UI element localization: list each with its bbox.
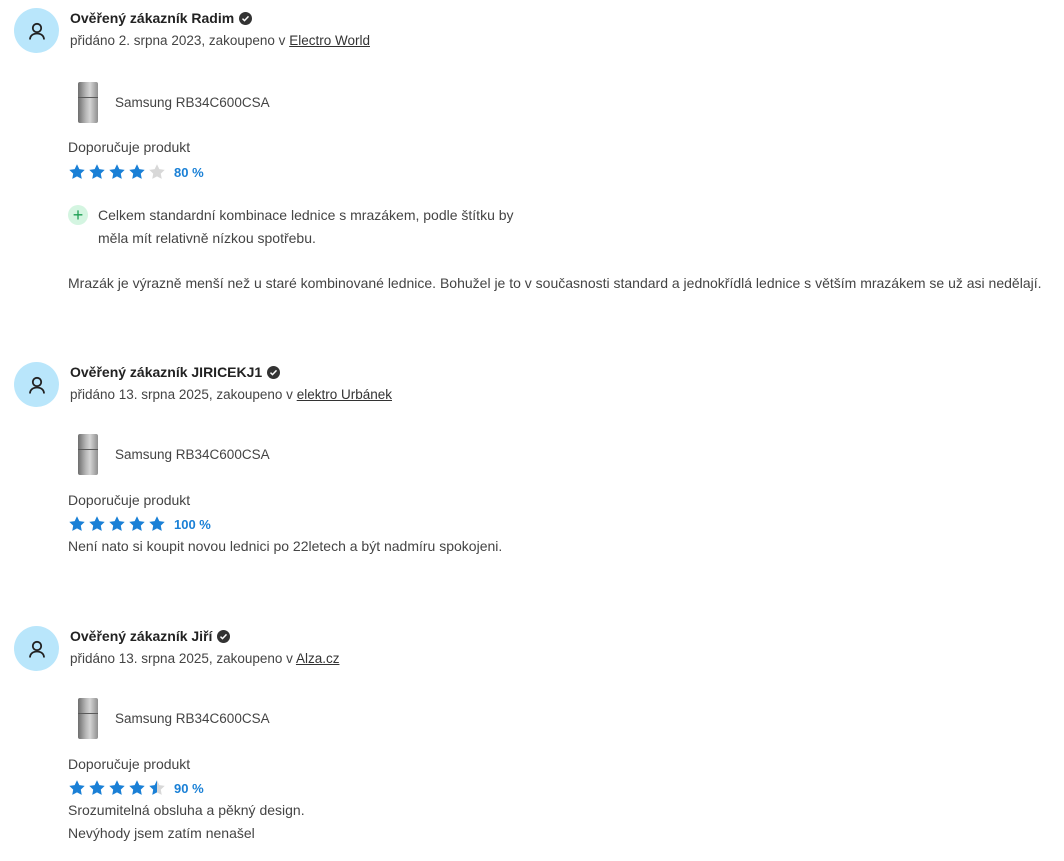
author-name: Ověřený zákazník JIRICEKJ1 [70,364,263,380]
star-icon [109,780,125,795]
star-icon [109,516,125,531]
review-text: Mrazák je výrazně menší než u staré komb… [68,275,1042,291]
fridge-thumbnail [78,82,98,123]
avatar [14,626,59,671]
plus-icon: + [68,205,88,225]
user-icon [28,376,45,394]
avatar [14,8,59,53]
star-rating [68,163,166,181]
star-icon [129,780,145,795]
product-row[interactable]: Samsung RB34C600CSA [78,434,270,475]
star-icon [129,164,145,179]
product-row[interactable]: Samsung RB34C600CSA [78,698,270,739]
check-badge-icon [217,629,231,643]
product-name: Samsung RB34C600CSA [115,447,270,462]
review-date: přidáno 13. srpna 2025, zakoupeno v [70,387,293,402]
star-icon [69,164,85,179]
shop-link[interactable]: elektro Urbánek [297,387,392,402]
star-rating [68,515,166,533]
review-text: Nevýhody jsem zatím nenašel [68,825,255,841]
recommend-label: Doporučuje produkt [68,756,191,772]
check-badge-icon [239,11,253,25]
star-icon [89,780,105,795]
product-name: Samsung RB34C600CSA [115,711,270,726]
rating-percent: 90 % [174,780,204,796]
star-icon [69,780,85,795]
review-meta: přidáno 13. srpna 2025, zakoupeno v elek… [70,387,392,402]
pros-text: Celkem standardní kombinace lednice s mr… [98,207,514,246]
review-meta: přidáno 2. srpna 2023, zakoupeno v Elect… [70,33,370,48]
user-icon [28,22,45,40]
review-text: Není nato si koupit novou lednici po 22l… [68,538,503,554]
star-icon [89,164,105,179]
rating-percent: 100 % [174,516,211,532]
review-date: přidáno 13. srpna 2025, zakoupeno v [70,651,293,666]
review-author: Ověřený zákazník Radim [70,10,253,26]
review-author: Ověřený zákazník Jiří [70,628,231,644]
review-date: přidáno 2. srpna 2023, zakoupeno v [70,33,286,48]
pros-item: + Celkem standardní kombinace lednice s … [68,204,528,250]
star-icon [129,516,145,531]
recommend-label: Doporučuje produkt [68,139,191,155]
star-icon [89,516,105,531]
shop-link[interactable]: Electro World [289,33,370,48]
shop-link[interactable]: Alza.cz [296,651,340,666]
fridge-thumbnail [78,698,98,739]
star-icon [149,780,165,795]
avatar [14,362,59,407]
review-meta: přidáno 13. srpna 2025, zakoupeno v Alza… [70,651,339,666]
rating: 90 % [68,779,204,797]
product-row[interactable]: Samsung RB34C600CSA [78,82,270,123]
review-text: Srozumitelná obsluha a pěkný design. [68,802,305,818]
rating-percent: 80 % [174,164,204,180]
star-icon [109,164,125,179]
rating: 100 % [68,515,211,533]
product-name: Samsung RB34C600CSA [115,95,270,110]
fridge-thumbnail [78,434,98,475]
star-rating [68,779,166,797]
review-author: Ověřený zákazník JIRICEKJ1 [70,364,281,380]
recommend-label: Doporučuje produkt [68,492,191,508]
user-icon [28,640,45,658]
star-icon [149,516,165,531]
rating: 80 % [68,163,204,181]
author-name: Ověřený zákazník Radim [70,10,235,26]
star-icon [149,164,165,179]
author-name: Ověřený zákazník Jiří [70,628,213,644]
check-badge-icon [267,365,281,379]
star-icon [69,516,85,531]
